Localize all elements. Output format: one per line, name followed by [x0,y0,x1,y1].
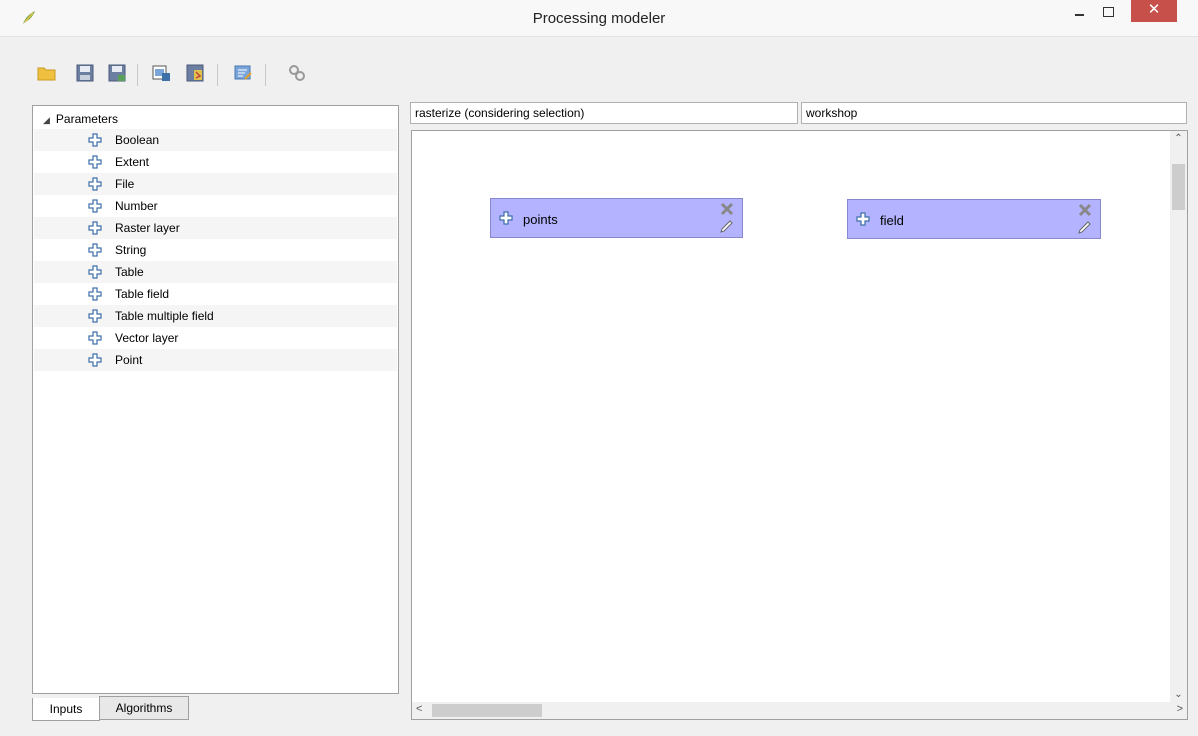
tree-item-table-field[interactable]: Table field [34,283,397,305]
export-python-icon[interactable] [184,62,206,84]
tree-item-label: Raster layer [115,221,180,235]
run-model-icon[interactable] [286,62,308,84]
node-label: points [523,212,558,227]
add-parameter-icon [88,309,102,323]
tree-item-label: String [115,243,147,257]
tree-item-label: Number [115,199,158,213]
maximize-button[interactable] [1092,0,1124,26]
open-folder-icon[interactable] [36,62,58,84]
tree-item-table[interactable]: Table [34,261,397,283]
title-bar: Processing modeler ✕ [0,0,1198,37]
add-parameter-icon [88,221,102,235]
tree-item-label: File [115,177,135,191]
toolbar-separator [217,64,218,86]
tree-item-boolean[interactable]: Boolean [34,129,397,151]
model-canvas[interactable]: points field ⌃ ⌄ < > [411,130,1188,720]
tree-item-label: Vector layer [115,331,179,345]
collapse-arrow-icon[interactable]: ◢ [43,111,50,129]
tree-item-label: Table [115,265,144,279]
scroll-up-icon[interactable]: ⌃ [1170,133,1187,144]
tree-item-file[interactable]: File [34,173,397,195]
tree-item-number[interactable]: Number [34,195,397,217]
tree-item-label: Extent [115,155,150,169]
horizontal-scroll-thumb[interactable] [432,704,542,717]
tree-item-label: Point [115,353,143,367]
tree-item-table-multiple-field[interactable]: Table multiple field [34,305,397,327]
model-group-input[interactable] [801,102,1187,124]
vertical-scrollbar[interactable]: ⌃ ⌄ [1170,131,1187,702]
tree-item-label: Table field [115,287,170,301]
tree-item-label: Table multiple field [115,309,214,323]
tree-item-label: Boolean [115,133,160,147]
tree-item-vector-layer[interactable]: Vector layer [34,327,397,349]
horizontal-scrollbar[interactable]: < > [412,702,1187,719]
add-parameter-icon [88,177,102,191]
scroll-left-icon[interactable]: < [416,703,422,715]
export-image-icon[interactable] [150,62,172,84]
node-label: field [880,213,904,228]
inputs-tree-panel: ◢ Parameters Boolean Extent File Number R… [32,105,399,694]
canvas-node-points[interactable]: points [490,198,743,238]
add-parameter-icon [88,265,102,279]
parameter-icon [856,212,870,226]
tree-item-raster-layer[interactable]: Raster layer [34,217,397,239]
window-title: Processing modeler [532,10,666,27]
add-parameter-icon [88,287,102,301]
add-parameter-icon [88,199,102,213]
tree-item-point[interactable]: Point [34,349,397,371]
toolbar-separator [265,64,266,86]
delete-icon[interactable] [720,202,734,216]
add-parameter-icon [88,155,102,169]
edit-help-icon[interactable] [232,62,254,84]
edit-icon[interactable] [718,219,734,235]
canvas-node-field[interactable]: field [847,199,1101,239]
tab-inputs[interactable]: Inputs [32,698,100,721]
tree-item-string[interactable]: String [34,239,397,261]
model-name-input[interactable] [410,102,798,124]
scroll-down-icon[interactable]: ⌄ [1170,689,1187,700]
add-parameter-icon [88,243,102,257]
tree-root-parameters[interactable]: ◢ Parameters [43,110,118,128]
close-button[interactable]: ✕ [1131,0,1177,22]
tree-root-label: Parameters [55,112,118,126]
tree-item-extent[interactable]: Extent [34,151,397,173]
add-parameter-icon [88,331,102,345]
edit-icon[interactable] [1076,220,1092,236]
tab-algorithms[interactable]: Algorithms [99,696,189,720]
add-parameter-icon [88,133,102,147]
delete-icon[interactable] [1078,203,1092,217]
add-parameter-icon [88,353,102,367]
save-icon[interactable] [74,62,96,84]
save-as-icon[interactable] [106,62,128,84]
toolbar-separator [137,64,138,86]
scroll-right-icon[interactable]: > [1177,703,1183,715]
parameter-icon [499,211,513,225]
vertical-scroll-thumb[interactable] [1172,164,1185,210]
